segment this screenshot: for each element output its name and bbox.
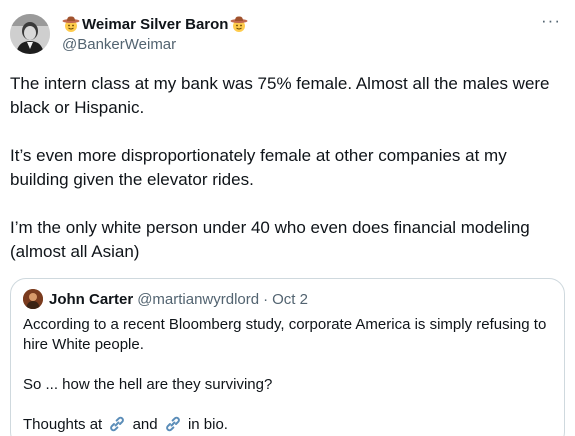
- author-avatar[interactable]: [10, 14, 50, 54]
- author-name[interactable]: Weimar Silver Baron: [82, 16, 228, 33]
- quoted-author-avatar: [23, 289, 43, 309]
- quoted-text-segment: Thoughts at: [23, 416, 103, 433]
- link-icon: [164, 416, 182, 432]
- separator-dot: ·: [263, 290, 269, 308]
- quoted-author-handle: @martianwyrdlord: [137, 290, 260, 308]
- quoted-tweet[interactable]: John Carter @martianwyrdlord · Oct 2 Acc…: [10, 278, 565, 436]
- tweet-paragraph: It’s even more disproportionately female…: [10, 146, 507, 189]
- author-handle[interactable]: @BankerWeimar: [62, 36, 248, 53]
- quoted-paragraph: So ... how the hell are they surviving?: [23, 376, 273, 393]
- quoted-text-segment: in bio.: [187, 416, 228, 433]
- quoted-paragraph: According to a recent Bloomberg study, c…: [23, 316, 547, 353]
- tweet-paragraph: I’m the only white person under 40 who e…: [10, 218, 530, 261]
- quoted-author-name: John Carter: [49, 290, 134, 308]
- quoted-paragraph: Thoughts at and in bio.: [23, 415, 552, 435]
- quoted-tweet-text: According to a recent Bloomberg study, c…: [23, 315, 552, 435]
- quoted-tweet-header: John Carter @martianwyrdlord · Oct 2: [23, 289, 552, 309]
- tweet-paragraph: The intern class at my bank was 75% fema…: [10, 74, 550, 117]
- quoted-tweet-date: Oct 2: [272, 290, 308, 308]
- cowboy-hat-face-icon: [230, 15, 248, 33]
- cowboy-hat-face-icon: [62, 15, 80, 33]
- more-options-button[interactable]: ···: [539, 12, 563, 34]
- link-icon: [108, 416, 126, 432]
- tweet: Weimar Silver Baron @BankerWeimar ··· Th…: [0, 0, 575, 436]
- quoted-text-segment: and: [132, 416, 158, 433]
- tweet-text: The intern class at my bank was 75% fema…: [10, 72, 565, 264]
- tweet-header: Weimar Silver Baron @BankerWeimar: [62, 14, 248, 53]
